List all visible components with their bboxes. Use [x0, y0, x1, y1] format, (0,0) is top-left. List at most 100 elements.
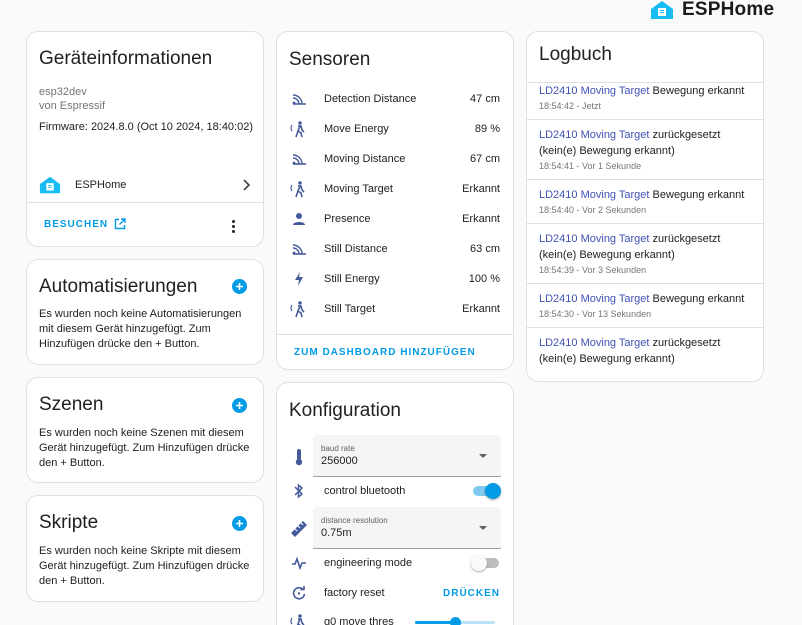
sensor-value: Erkannt: [462, 303, 500, 315]
logbook-entity-link[interactable]: LD2410 Moving Target: [539, 233, 649, 245]
scripts-description: Es wurden noch keine Skripte mit diesem …: [39, 545, 250, 587]
sensor-name: Move Energy: [324, 123, 389, 135]
dropdown-arrow-icon: [479, 454, 487, 458]
add-script-button[interactable]: [232, 516, 247, 531]
device-info-title: Geräteinformationen: [39, 48, 213, 69]
press-button[interactable]: DRÜCKEN: [443, 588, 500, 599]
logbook-entity-link[interactable]: LD2410 Moving Target: [539, 189, 649, 201]
g0-move-slider[interactable]: [415, 615, 495, 625]
motion-sensor-icon: [289, 299, 309, 319]
thermometer-icon: [289, 447, 309, 467]
logbook-entry: LD2410 Moving Target Bewegung erkannt 18:…: [527, 291, 763, 319]
restart-icon: [289, 583, 309, 603]
logbook-time: 18:54:42 - Jetzt: [539, 101, 602, 111]
scenes-card: Szenen Es wurden noch keine Szenen mit d…: [26, 377, 264, 483]
motion-sensor-icon: [289, 179, 309, 199]
bluetooth-toggle[interactable]: [472, 483, 501, 499]
open-external-icon: [114, 218, 126, 230]
scripts-card: Skripte Es wurden noch keine Skripte mit…: [26, 495, 264, 602]
motion-sensor-icon: [289, 119, 309, 139]
configuration-card: Konfiguration baud rate 256000 control b…: [276, 382, 514, 625]
motion-sensor-icon: [289, 612, 309, 625]
sensor-name: Still Energy: [324, 273, 380, 285]
press-label: DRÜCKEN: [443, 587, 500, 599]
automations-card: Automatisierungen Es wurden noch keine A…: [26, 259, 264, 365]
signal-distance-icon: [289, 149, 309, 169]
sensors-title: Sensoren: [289, 49, 371, 70]
logbook-message: Bewegung erkannt: [649, 293, 745, 305]
plus-icon: [236, 402, 243, 409]
sensor-row[interactable]: Moving Target Erkannt: [277, 174, 513, 204]
scenes-description: Es wurden noch keine Szenen mit diesem G…: [39, 427, 250, 469]
bluetooth-label: control bluetooth: [324, 485, 406, 497]
resolution-value: 0.75m: [321, 527, 352, 539]
sensor-name: Detection Distance: [324, 93, 417, 105]
logbook-time: 18:54:30 - Vor 13 Sekunden: [539, 309, 652, 319]
resolution-select[interactable]: distance resolution 0.75m: [313, 507, 501, 549]
baud-rate-select[interactable]: baud rate 256000: [313, 435, 501, 477]
logbook-entry: LD2410 Moving Target Bewegung erkannt 18:…: [527, 83, 763, 111]
logbook-entry: LD2410 Moving Target zurückgesetzt (kein…: [527, 335, 763, 367]
sensor-value: 89 %: [474, 123, 500, 135]
sensor-row[interactable]: Moving Distance 67 cm: [277, 144, 513, 174]
sensor-row[interactable]: Still Target Erkannt: [277, 294, 513, 324]
signal-distance-icon: [289, 89, 309, 109]
flash-icon: [289, 269, 309, 289]
more-options-icon[interactable]: [225, 216, 241, 236]
visit-label: BESUCHEN: [44, 218, 109, 230]
device-info-card: Geräteinformationen esp32dev von Espress…: [26, 31, 264, 247]
configuration-title: Konfiguration: [289, 400, 401, 421]
add-to-dashboard-button[interactable]: ZUM DASHBOARD HINZUFÜGEN: [294, 347, 476, 358]
sensor-row[interactable]: Detection Distance 47 cm: [277, 84, 513, 114]
baud-rate-label: baud rate: [321, 444, 355, 453]
divider: [527, 283, 763, 284]
sensor-row[interactable]: Move Energy 89 %: [277, 114, 513, 144]
baud-rate-value: 256000: [321, 455, 358, 467]
sensor-value: 100 %: [468, 273, 500, 285]
logbook-message: Bewegung erkannt: [649, 189, 745, 201]
automations-description: Es wurden noch keine Automatisierungen m…: [39, 308, 242, 350]
add-automation-button[interactable]: [232, 279, 247, 294]
divider: [527, 223, 763, 224]
brand-name: ESPHome: [682, 0, 775, 20]
chevron-right-icon: [243, 179, 251, 191]
esphome-logo-icon: [651, 1, 673, 19]
logbook-entity-link[interactable]: LD2410 Moving Target: [539, 85, 649, 97]
device-model: esp32dev: [39, 86, 87, 98]
sensor-row[interactable]: Presence Erkannt: [277, 204, 513, 234]
engineering-label: engineering mode: [324, 557, 413, 569]
scripts-title: Skripte: [39, 512, 99, 533]
logbook-message: Bewegung erkannt: [649, 85, 745, 97]
scenes-title: Szenen: [39, 394, 104, 415]
visit-button[interactable]: BESUCHEN: [44, 218, 126, 230]
divider: [277, 334, 513, 335]
logbook-entity-link[interactable]: LD2410 Moving Target: [539, 129, 649, 141]
esphome-integration-icon: [39, 176, 61, 194]
factory-reset-row: factory reset DRÜCKEN: [277, 583, 513, 603]
add-scene-button[interactable]: [232, 398, 247, 413]
integration-row[interactable]: ESPHome: [27, 168, 263, 202]
logbook-time: 18:54:40 - Vor 2 Sekunden: [539, 205, 647, 215]
sensor-name: Moving Distance: [324, 153, 406, 165]
logbook-entity-link[interactable]: LD2410 Moving Target: [539, 337, 649, 349]
engineering-toggle[interactable]: [471, 555, 500, 571]
sensor-row[interactable]: Still Energy 100 %: [277, 264, 513, 294]
divider: [527, 82, 763, 83]
account-icon: [289, 209, 309, 229]
divider: [527, 327, 763, 328]
divider: [527, 119, 763, 120]
sensor-value: Erkannt: [462, 183, 500, 195]
sensor-value: Erkannt: [462, 213, 500, 225]
pulse-icon: [289, 553, 309, 573]
logbook-time: 18:54:39 - Vor 3 Sekunden: [539, 265, 647, 275]
sensor-name: Moving Target: [324, 183, 393, 195]
bluetooth-row: control bluetooth: [277, 481, 513, 501]
logbook-entity-link[interactable]: LD2410 Moving Target: [539, 293, 649, 305]
ruler-icon: [289, 519, 309, 539]
sensor-name: Still Target: [324, 303, 376, 315]
divider: [527, 179, 763, 180]
sensor-row[interactable]: Still Distance 63 cm: [277, 234, 513, 264]
logbook-time: 18:54:41 - Vor 1 Sekunde: [539, 161, 642, 171]
factory-reset-label: factory reset: [324, 587, 385, 599]
sensor-name: Still Distance: [324, 243, 388, 255]
